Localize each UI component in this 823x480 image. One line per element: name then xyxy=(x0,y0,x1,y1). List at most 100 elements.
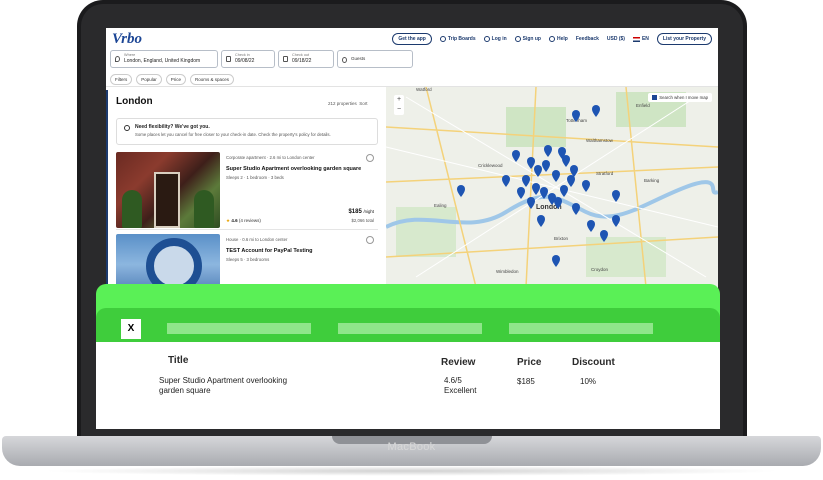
checkout-input[interactable]: Check out 09/18/22 xyxy=(278,50,334,68)
close-button[interactable]: X xyxy=(121,319,141,339)
trip-boards-link[interactable]: Trip Boards xyxy=(439,36,476,42)
comparison-overlay: X Title Review Price Discount Super Stud… xyxy=(96,284,720,429)
column-header-price: Price xyxy=(517,357,542,368)
listing-title[interactable]: TEST Account for PayPal Testing xyxy=(226,248,366,254)
heart-icon xyxy=(439,36,446,42)
listing-title[interactable]: Super Studio Apartment overlooking garde… xyxy=(226,166,366,172)
signup-label: Sign up xyxy=(522,36,541,42)
flexibility-title: Need flexibility? We've got you. xyxy=(135,124,210,130)
photo-door xyxy=(154,172,180,228)
search-when-move-toggle[interactable]: Search when I move map xyxy=(648,93,712,102)
location-pin-icon xyxy=(115,56,120,62)
results-list: London 212 properties Sort Need flexibil… xyxy=(106,90,386,312)
checkout-value: 09/18/22 xyxy=(292,58,312,64)
listing-photo[interactable] xyxy=(116,152,220,228)
checkin-value: 09/08/22 xyxy=(235,58,255,64)
currency-selector[interactable]: USD ($) xyxy=(607,36,625,42)
flexibility-notice: Need flexibility? We've got you. Some pl… xyxy=(116,118,378,145)
listing-details: Sleeps 2 · 1 bedroom · 3 beds xyxy=(226,175,284,180)
flexibility-text: Some places let you cancel for free clos… xyxy=(135,132,331,137)
list-property-button[interactable]: List your Property xyxy=(656,33,712,45)
map-label: Stratford xyxy=(596,171,614,176)
login-link[interactable]: Log in xyxy=(483,36,507,42)
rating-value: 4.6 xyxy=(231,218,238,223)
search-bar: Where London, England, United Kingdom Ch… xyxy=(110,50,413,68)
row-review-text: Excellent xyxy=(444,386,477,395)
signup-link[interactable]: Sign up xyxy=(514,36,541,42)
checkin-label: Check in xyxy=(235,53,250,57)
calendar-icon xyxy=(283,56,288,62)
search-when-move-label: Search when I move map xyxy=(659,95,708,100)
checkin-input[interactable]: Check in 09/08/22 xyxy=(221,50,275,68)
results-map[interactable]: Watford Tottenham Walthamstow Enfield Cr… xyxy=(386,87,718,287)
calendar-icon xyxy=(226,56,231,62)
photo-tree xyxy=(122,190,142,228)
login-label: Log in xyxy=(491,36,507,42)
listing-rating: ★ 4.6 (4 reviews) xyxy=(226,218,261,224)
laptop-brand-label: MacBook xyxy=(387,441,436,453)
language-selector[interactable]: EN xyxy=(632,36,649,42)
popular-filter[interactable]: Popular xyxy=(136,74,162,85)
laptop-shadow xyxy=(40,466,783,476)
get-app-button[interactable]: Get the app xyxy=(392,33,432,45)
user-icon xyxy=(483,36,490,42)
checkbox-checked-icon xyxy=(652,95,658,100)
nav-actions: Get the app Trip Boards Log in Sign up H… xyxy=(392,33,712,45)
row-discount: 10% xyxy=(580,377,597,386)
where-input[interactable]: Where London, England, United Kingdom xyxy=(110,50,218,68)
map-label: Croydon xyxy=(591,267,609,272)
results-count-label: 212 properties xyxy=(328,101,357,106)
uk-flag-icon xyxy=(632,36,640,42)
price-value: $185 xyxy=(348,209,362,215)
map-label: Barking xyxy=(644,178,660,183)
favorite-heart-icon[interactable] xyxy=(366,154,374,162)
guests-placeholder: Guests xyxy=(351,56,366,61)
favorite-heart-icon[interactable] xyxy=(366,236,374,244)
column-header-review: Review xyxy=(441,357,476,368)
help-label: Help xyxy=(556,36,568,42)
filter-bar: Filters Popular Price Rooms & spaces xyxy=(110,74,235,85)
help-link[interactable]: Help xyxy=(548,36,568,42)
row-review: 4.6/5 Excellent xyxy=(444,376,476,396)
where-label: Where xyxy=(124,53,136,57)
refresh-icon xyxy=(124,125,130,131)
review-count: (4 reviews) xyxy=(238,218,261,223)
listing-details: Sleeps 5 · 3 bedrooms xyxy=(226,257,270,262)
star-icon: ★ xyxy=(226,218,231,223)
map-label: Walthamstow xyxy=(586,138,614,143)
row-review-score: 4.6/5 xyxy=(444,376,462,385)
map-label: Cricklewood xyxy=(478,163,503,168)
feedback-link[interactable]: Feedback xyxy=(576,36,599,42)
photo-tree xyxy=(194,190,214,228)
map-zoom-control[interactable]: + − xyxy=(394,95,404,115)
overlay-tab-placeholder[interactable] xyxy=(167,323,311,334)
overlay-table: Title Review Price Discount Super Studio… xyxy=(96,342,720,429)
checkout-label: Check out xyxy=(292,53,310,57)
map-label: Wimbledon xyxy=(496,269,519,274)
listing-price: $185 /night xyxy=(348,209,374,215)
sort-button[interactable]: Sort xyxy=(359,101,367,106)
row-price: $185 xyxy=(517,377,535,386)
listing-total: $2,066 total xyxy=(351,218,374,223)
rooms-filter[interactable]: Rooms & spaces xyxy=(190,74,235,85)
filters-button[interactable]: Filters xyxy=(110,74,133,85)
price-unit: /night xyxy=(363,209,374,214)
overlay-tab-placeholder[interactable] xyxy=(509,323,653,334)
listing-card[interactable]: Corporate apartment · 2.6 mi to London c… xyxy=(116,152,378,230)
column-header-discount: Discount xyxy=(572,357,615,368)
laptop-stage: MacBook Vrbo Get the app Trip Boards Log… xyxy=(0,0,823,480)
help-icon xyxy=(548,36,555,42)
price-filter[interactable]: Price xyxy=(165,74,187,85)
row-title: Super Studio Apartment overlooking garde… xyxy=(159,376,288,395)
overlay-tab-placeholder[interactable] xyxy=(338,323,482,334)
trip-boards-label: Trip Boards xyxy=(447,36,476,42)
results-count: 212 properties Sort xyxy=(328,101,368,106)
map-label: Brixton xyxy=(554,236,569,241)
language-label: EN xyxy=(641,36,649,42)
guests-input[interactable]: Guests xyxy=(337,50,413,68)
map-label: Enfield xyxy=(636,103,650,108)
listing-meta: Corporate apartment · 2.6 mi to London c… xyxy=(226,155,315,160)
listing-meta: House · 0.6 mi to London center xyxy=(226,237,288,242)
map-canvas: Watford Tottenham Walthamstow Enfield Cr… xyxy=(386,87,718,287)
vrbo-logo[interactable]: Vrbo xyxy=(112,31,142,48)
